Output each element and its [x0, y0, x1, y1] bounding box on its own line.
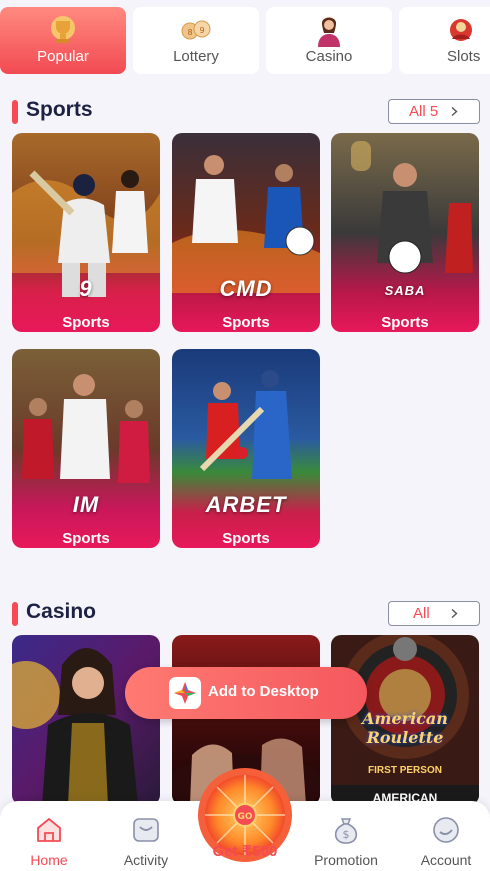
casino-card-1[interactable] [12, 635, 160, 805]
tab-popular-label: Popular [37, 48, 89, 65]
category-tabs: Popular 8 9 Lottery Casino Slots [0, 7, 490, 74]
sports-card-brand: CMD [219, 276, 273, 301]
casino-dealer-art [12, 635, 160, 805]
tab-casino-label: Casino [305, 48, 353, 65]
nav-account-label: Account [420, 852, 472, 868]
sports-card-im[interactable]: IM Sports [12, 349, 160, 548]
casino-section-title: Casino [26, 600, 97, 623]
tab-casino[interactable]: Casino [266, 7, 392, 74]
nav-home-label: Home [30, 852, 68, 868]
sports-all-button[interactable]: All 5 [388, 99, 480, 124]
roulette-sub: FIRST PERSON [368, 765, 442, 776]
svg-text:8: 8 [187, 28, 192, 37]
chevron-right-icon [451, 107, 458, 116]
sports-card-label: Sports [381, 314, 429, 331]
sports-card-brand: ARBET [205, 492, 287, 517]
nav-activity[interactable]: Activity [97, 801, 195, 871]
home-icon [37, 818, 61, 842]
add-to-desktop-button[interactable]: Add to Desktop [125, 667, 367, 719]
nav-home[interactable]: Home [0, 801, 98, 871]
sports-card-saba[interactable]: SABA Sports [331, 133, 479, 332]
cricket-football-stadium-art [172, 349, 320, 548]
svg-text:$: $ [343, 828, 350, 841]
sports-card-brand: 9 [79, 276, 93, 301]
nav-account[interactable]: Account [397, 801, 490, 871]
tab-lottery-label: Lottery [173, 48, 219, 65]
nav-promotion-label: Promotion [314, 852, 378, 868]
section-accent-bar [12, 100, 18, 124]
nav-activity-label: Activity [123, 852, 169, 868]
tab-lottery[interactable]: 8 9 Lottery [133, 7, 259, 74]
sports-card-arbet[interactable]: ARBET Sports [172, 349, 320, 548]
casino-dealer-icon [318, 17, 340, 47]
sports-card-cmd[interactable]: CMD Sports [172, 133, 320, 332]
sports-card-label: Sports [222, 314, 270, 331]
account-icon [433, 817, 459, 843]
sports-card-label: Sports [62, 314, 110, 331]
activity-icon [133, 818, 159, 842]
lottery-balls-icon: 8 9 [181, 20, 211, 40]
nav-promotion[interactable]: $ Promotion [297, 801, 395, 871]
add-to-desktop-label: Add to Desktop [208, 683, 319, 700]
section-accent-bar [12, 602, 18, 626]
sports-card-label: Sports [222, 530, 270, 547]
sports-card-brand: SABA [384, 283, 426, 298]
sports-section-title: Sports [26, 98, 93, 121]
football-team-art [12, 349, 160, 548]
casino-all-button[interactable]: All [388, 601, 480, 626]
get-bonus-label: Get ₹500 [212, 843, 278, 860]
svg-text:GO: GO [237, 812, 252, 822]
sports-card-9[interactable]: 9 Sports [12, 133, 160, 332]
football-stadium-art [331, 133, 479, 332]
money-bag-icon: $ [334, 818, 358, 844]
app-logo-icon [169, 677, 201, 709]
cricket-baseball-art [12, 133, 160, 332]
casino-card-american-roulette[interactable]: American Roulette FIRST PERSON AMERICAN [331, 635, 479, 805]
tab-slots[interactable]: Slots [399, 7, 490, 74]
tab-popular[interactable]: Popular [0, 7, 126, 74]
chevron-right-icon [451, 609, 458, 618]
trophy-icon [51, 16, 75, 43]
slots-icon [450, 19, 472, 41]
football-players-art [172, 133, 320, 332]
sports-section-header: Sports All 5 [12, 98, 480, 125]
tab-slots-label: Slots [447, 48, 481, 65]
svg-text:9: 9 [199, 26, 204, 35]
casino-all-label: All [413, 605, 430, 622]
sports-card-label: Sports [62, 530, 110, 547]
casino-section-header: Casino All [12, 600, 480, 627]
sports-all-label: All 5 [409, 103, 439, 120]
sports-card-brand: IM [72, 492, 100, 517]
